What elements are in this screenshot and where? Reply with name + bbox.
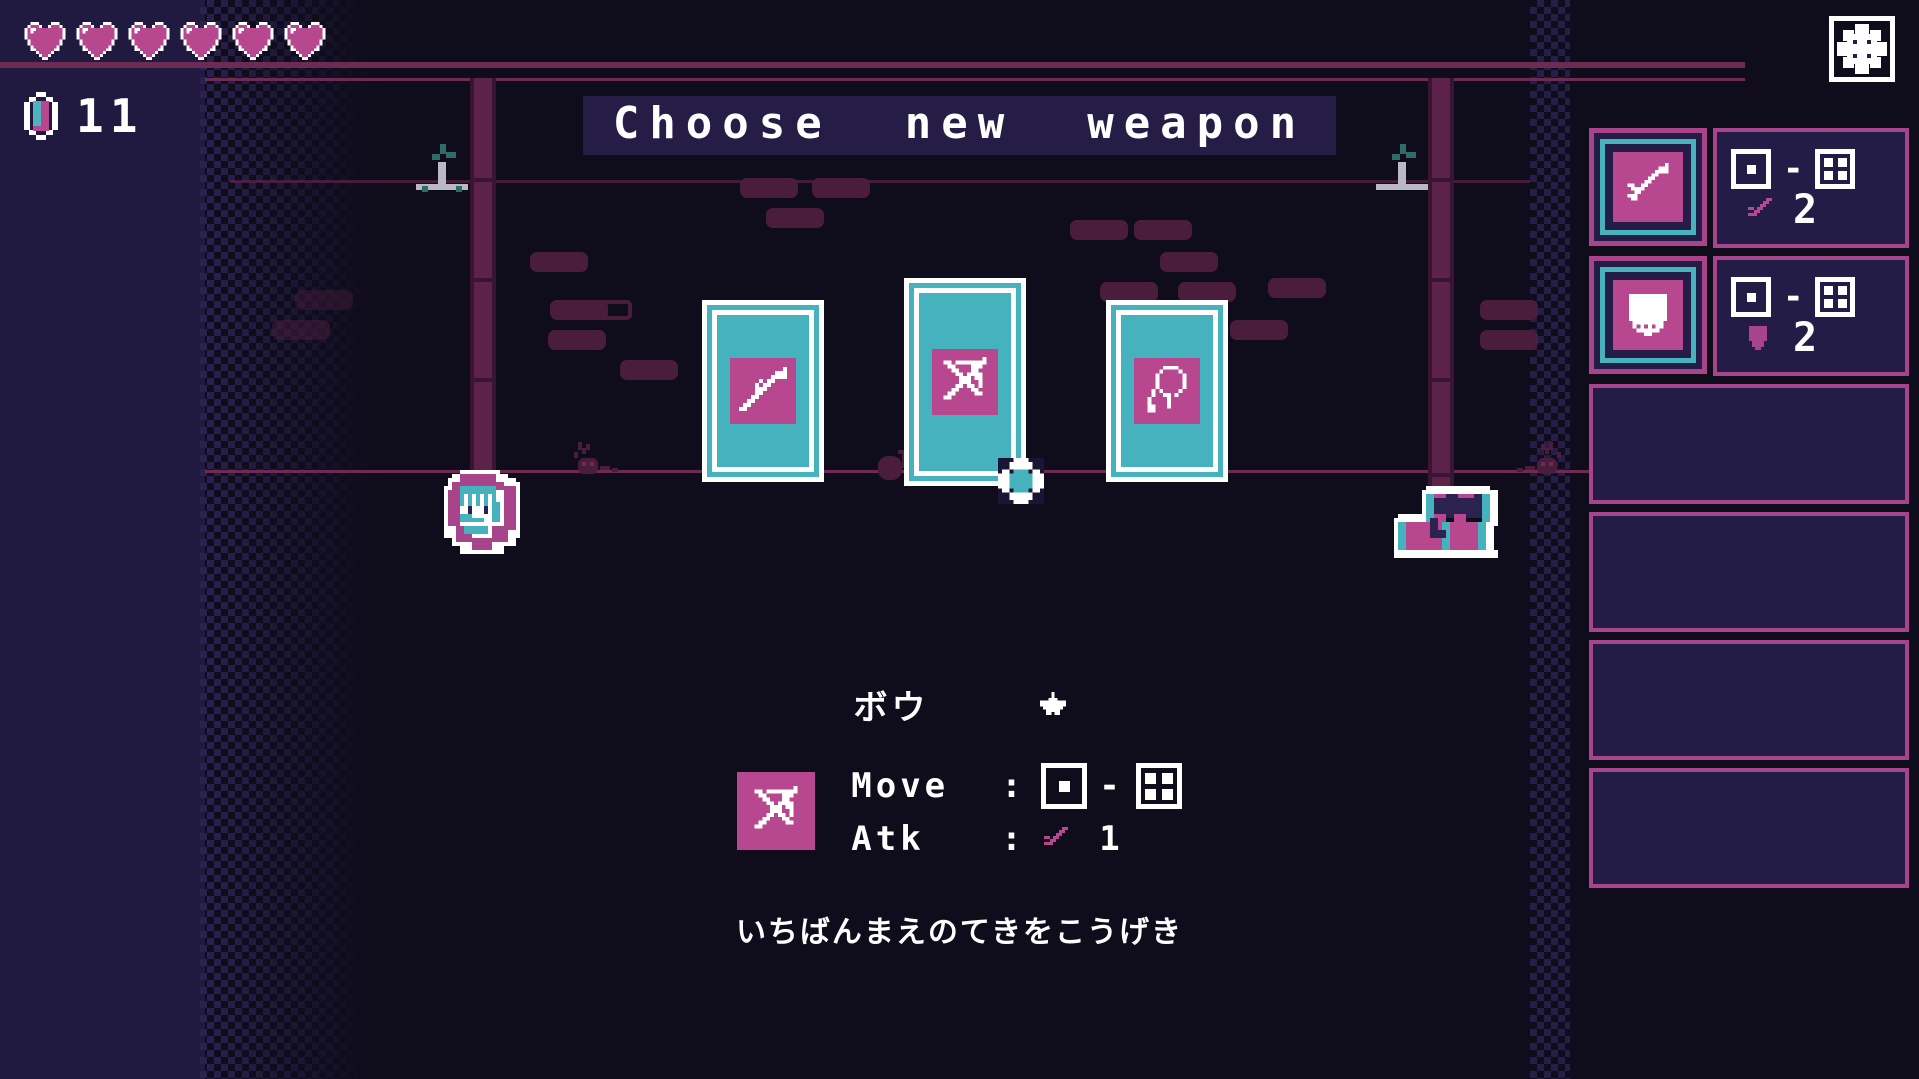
stat-atk-row: Atk : 1: [851, 819, 1181, 859]
brick: [1100, 282, 1158, 302]
inventory-row: -2: [1589, 256, 1909, 376]
weapon-stats-row: Move : - Atk : 1: [737, 763, 1182, 859]
sword-icon: [1745, 195, 1775, 225]
shield-icon: [1613, 280, 1683, 350]
inv-slot-6[interactable]: [1589, 768, 1909, 888]
die-face-1: [1731, 149, 1771, 189]
weapon-card-sling[interactable]: [1105, 300, 1228, 482]
game-screen: 11 Choose new weapon ボウ Move: - Atk: 1…: [0, 0, 1919, 1079]
stat-atk-value: 1: [1099, 819, 1124, 859]
inventory-stat-number: 2: [1793, 187, 1818, 233]
heart-icon: [232, 22, 274, 60]
inventory-stat-value: 2: [1731, 187, 1891, 233]
heart-icon: [180, 22, 222, 60]
selection-cursor: [997, 458, 1044, 504]
die-face-1: [1731, 277, 1771, 317]
brick: [1268, 278, 1326, 298]
brick: [1160, 252, 1218, 272]
range-dash: -: [1783, 277, 1804, 317]
heart-icon: [284, 22, 326, 60]
sling-icon: [1133, 358, 1200, 424]
weapon-card-spear[interactable]: [701, 300, 824, 482]
inv-slot-shield[interactable]: [1589, 256, 1707, 374]
brick: [530, 252, 588, 272]
shield-icon: [1745, 323, 1775, 353]
spear-icon: [729, 358, 796, 424]
stat-atk-label: Atk: [851, 819, 925, 859]
title-text: Choose new weapon: [612, 98, 1307, 149]
die-move-max: [1135, 763, 1182, 809]
rarity-star-icon: [1039, 691, 1066, 718]
brick: [1134, 220, 1192, 240]
inventory-row: -2: [1589, 128, 1909, 248]
die-face-4: [1815, 149, 1856, 189]
weapon-name: ボウ: [853, 688, 930, 728]
ceiling-line-1: [0, 62, 1745, 68]
inventory-move-range: -: [1731, 149, 1891, 189]
heart-icon: [128, 22, 170, 60]
die-face-4: [1815, 277, 1856, 317]
gem-icon: [24, 92, 58, 140]
ceiling-line-2: [205, 78, 1745, 81]
stat-move-colon: :: [1001, 766, 1026, 806]
stat-atk-colon: :: [1001, 819, 1026, 859]
gear-icon[interactable]: [1829, 16, 1895, 82]
inventory-stat-value: 2: [1731, 315, 1891, 361]
weapon-name-row: ボウ: [854, 680, 1066, 729]
torch-left: [412, 140, 472, 200]
inv-slot-shield-stats[interactable]: -2: [1713, 256, 1909, 376]
inventory-sidebar: -2-2: [1589, 128, 1909, 888]
sword-icon: [1041, 824, 1071, 854]
brick: [766, 208, 824, 228]
inv-slot-4[interactable]: [1589, 512, 1909, 632]
range-dash: -: [1783, 149, 1804, 189]
range-dash: -: [1099, 766, 1124, 806]
brick: [1178, 282, 1236, 302]
brick: [812, 178, 870, 198]
heart-icon: [24, 22, 66, 60]
inv-slot-sword[interactable]: [1589, 128, 1707, 246]
stat-move-row: Move : -: [851, 763, 1182, 809]
heart-icon: [76, 22, 118, 60]
inventory-stat-number: 2: [1793, 315, 1818, 361]
weapon-description: いちばんまえのてきをこうげき: [735, 915, 1184, 950]
weapon-card-bow[interactable]: [903, 278, 1044, 504]
inv-slot-3[interactable]: [1589, 384, 1909, 504]
inventory-move-range: -: [1731, 277, 1891, 317]
bow-icon: [737, 772, 816, 850]
brick: [740, 178, 798, 198]
brick: [1070, 220, 1128, 240]
die-move-min: [1041, 763, 1088, 809]
sword-icon: [1613, 152, 1683, 222]
health-bar: [24, 22, 326, 60]
currency-display: 11: [24, 92, 143, 140]
torch-right: [1372, 140, 1432, 200]
inv-slot-sword-stats[interactable]: -2: [1713, 128, 1909, 248]
bow-icon: [931, 349, 998, 415]
inv-slot-5[interactable]: [1589, 640, 1909, 760]
gem-count-label: 11: [76, 89, 144, 143]
stat-move-label: Move: [851, 766, 950, 806]
